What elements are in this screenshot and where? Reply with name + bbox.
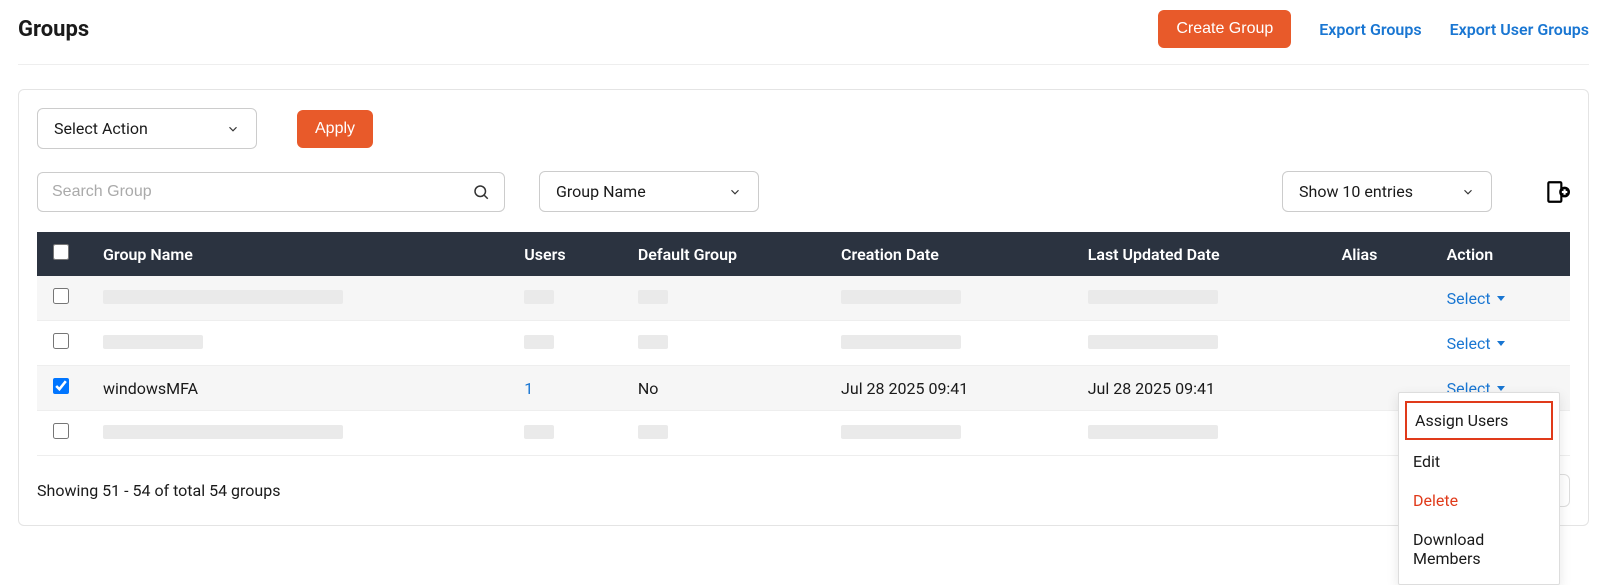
redacted-text [524,335,554,349]
redacted-text [1088,425,1218,439]
cell-default-group: No [622,366,825,411]
menu-delete[interactable]: Delete [1399,481,1559,520]
showing-text: Showing 51 - 54 of total 54 groups [37,481,280,500]
redacted-text [524,290,554,304]
group-name-filter-dropdown[interactable]: Group Name [539,171,759,212]
groups-card: Select Action Apply Group Name Show 10 e… [18,89,1589,526]
table-row: Select [37,276,1570,321]
chevron-down-icon [226,122,240,136]
row-action-select[interactable]: Select [1447,289,1505,308]
col-users: Users [508,232,622,276]
select-all-checkbox[interactable] [53,244,69,260]
redacted-text [1088,290,1218,304]
table-row: Select [37,411,1570,456]
col-action: Action [1431,232,1570,276]
search-wrap [37,172,505,212]
col-alias: Alias [1326,232,1431,276]
bulk-action-dropdown[interactable]: Select Action [37,108,257,149]
row-checkbox[interactable] [53,423,69,439]
cell-last-updated: Jul 28 2025 09:41 [1072,366,1326,411]
search-button[interactable] [457,172,505,212]
chevron-down-icon [1461,185,1475,199]
col-creation-date: Creation Date [825,232,1072,276]
table-footer: Showing 51 - 54 of total 54 groups « [37,474,1570,507]
create-group-button[interactable]: Create Group [1158,10,1291,48]
col-default-group: Default Group [622,232,825,276]
redacted-text [638,335,668,349]
header-actions: Create Group Export Groups Export User G… [1158,10,1589,48]
redacted-text [841,425,961,439]
cell-users-link[interactable]: 1 [524,379,533,398]
apply-button[interactable]: Apply [297,110,373,148]
redacted-text [1088,335,1218,349]
row-checkbox[interactable] [53,288,69,304]
redacted-text [841,290,961,304]
col-last-updated: Last Updated Date [1072,232,1326,276]
chevron-down-icon [728,185,742,199]
redacted-text [103,290,343,304]
cell-group-name: windowsMFA [87,366,508,411]
redacted-text [638,290,668,304]
group-name-filter-label: Group Name [556,182,646,201]
table-row: windowsMFA 1 No Jul 28 2025 09:41 Jul 28… [37,366,1570,411]
show-entries-label: Show 10 entries [1299,182,1413,201]
redacted-text [841,335,961,349]
redacted-text [524,425,554,439]
menu-download-members[interactable]: Download Members [1399,520,1559,578]
filter-row: Group Name Show 10 entries [37,171,1570,212]
redacted-text [103,425,343,439]
caret-down-icon [1497,341,1505,346]
show-entries-dropdown[interactable]: Show 10 entries [1282,171,1492,212]
redacted-text [103,335,203,349]
bulk-action-label: Select Action [54,119,148,138]
row-checkbox[interactable] [53,378,69,394]
table-row: Select [37,321,1570,366]
caret-down-icon [1497,296,1505,301]
page-title: Groups [18,17,89,42]
menu-edit[interactable]: Edit [1399,442,1559,481]
add-column-icon [1544,179,1570,205]
menu-assign-users[interactable]: Assign Users [1405,401,1553,440]
bulk-action-row: Select Action Apply [37,108,1570,149]
table-header-row: Group Name Users Default Group Creation … [37,232,1570,276]
page-header: Groups Create Group Export Groups Export… [18,10,1589,65]
add-column-button[interactable] [1544,179,1570,205]
row-checkbox[interactable] [53,333,69,349]
export-groups-link[interactable]: Export Groups [1319,20,1421,39]
groups-table: Group Name Users Default Group Creation … [37,232,1570,456]
search-input[interactable] [37,172,457,212]
caret-down-icon [1497,386,1505,391]
export-user-groups-link[interactable]: Export User Groups [1450,20,1589,39]
row-action-select[interactable]: Select [1447,334,1505,353]
redacted-text [638,425,668,439]
search-icon [472,183,490,201]
col-group-name: Group Name [87,232,508,276]
row-action-menu: Assign Users Edit Delete Download Member… [1398,392,1560,585]
cell-creation-date: Jul 28 2025 09:41 [825,366,1072,411]
